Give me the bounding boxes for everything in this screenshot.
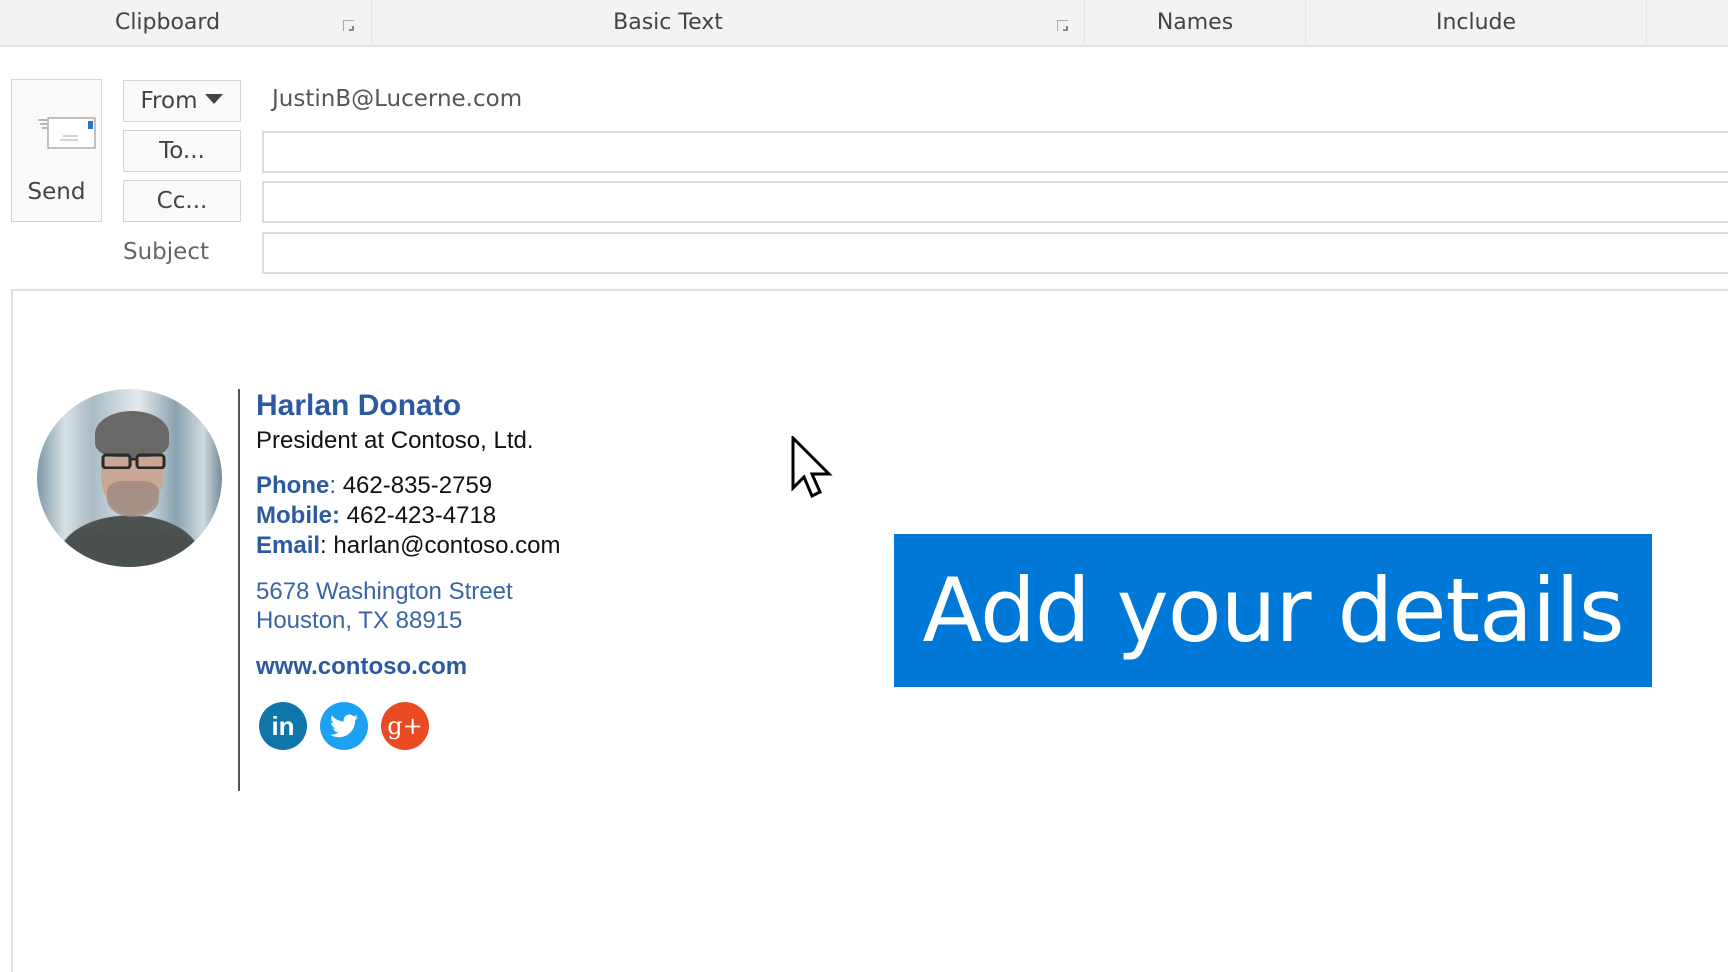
cc-button[interactable]: Cc... (123, 180, 241, 222)
ribbon-group-label: Clipboard (114, 10, 221, 35)
signature-title: President at Contoso, Ltd. (256, 427, 534, 454)
to-button[interactable]: To... (123, 130, 241, 172)
website-link[interactable]: www.contoso.com (256, 653, 467, 680)
to-label: To... (159, 138, 205, 164)
chevron-down-icon (205, 94, 224, 104)
from-address: JustinB@Lucerne.com (272, 86, 523, 112)
ribbon-group-basic-text: Basic Text (372, 0, 1085, 45)
cc-label: Cc... (156, 188, 208, 214)
avatar-hair (95, 411, 169, 457)
google-plus-glyph: g+ (387, 712, 423, 740)
subject-label: Subject (123, 239, 209, 265)
glasses-icon (101, 453, 166, 469)
send-label: Send (27, 179, 86, 205)
ribbon-group-label: Basic Text (613, 10, 723, 35)
ribbon-group-clipboard: Clipboard (0, 0, 372, 45)
address-line-2: Houston, TX 88915 (256, 607, 463, 634)
signature-email: Email: harlan@contoso.com (256, 532, 561, 559)
avatar-shirt (57, 529, 207, 567)
ribbon-group-names: Names (1085, 0, 1306, 45)
ribbon-group-label: Include (1435, 10, 1517, 35)
signature-name: Harlan Donato (256, 389, 462, 422)
signature-phone: Phone: 462-835-2759 (256, 472, 493, 499)
twitter-icon[interactable] (320, 702, 368, 750)
subject-field[interactable] (262, 232, 1728, 274)
dialog-launcher-icon[interactable] (343, 20, 354, 31)
signature-mobile: Mobile: 462-423-4718 (256, 502, 496, 530)
cc-field[interactable] (262, 181, 1728, 223)
twitter-bird-icon (330, 714, 358, 738)
to-field[interactable] (262, 131, 1728, 173)
from-label: From (140, 88, 198, 114)
ribbon-group-label: Names (1156, 10, 1234, 35)
mobile-label: Mobile: (256, 502, 340, 529)
google-plus-icon[interactable]: g+ (381, 702, 429, 750)
from-button[interactable]: From (123, 80, 241, 122)
ribbon-group-include: Include (1306, 0, 1647, 45)
send-button[interactable]: Send (11, 79, 102, 222)
mouse-pointer-icon (791, 436, 833, 499)
phone-value: 462-835-2759 (342, 472, 493, 499)
phone-label: Phone (256, 472, 330, 499)
email-label: Email (256, 532, 321, 559)
mobile-value: 462-423-4718 (346, 502, 497, 529)
avatar (37, 389, 222, 567)
ribbon-group-bar: Clipboard Basic Text Names Include (0, 0, 1728, 47)
avatar-beard (107, 481, 159, 517)
add-details-banner: Add your details (894, 534, 1652, 687)
linkedin-icon[interactable]: in (259, 702, 307, 750)
dialog-launcher-icon[interactable] (1057, 20, 1068, 31)
linkedin-glyph: in (271, 710, 295, 741)
envelope-send-icon (38, 117, 96, 149)
email-value[interactable]: harlan@contoso.com (333, 532, 560, 559)
signature-divider (238, 389, 240, 791)
address-line-1: 5678 Washington Street (256, 578, 513, 605)
